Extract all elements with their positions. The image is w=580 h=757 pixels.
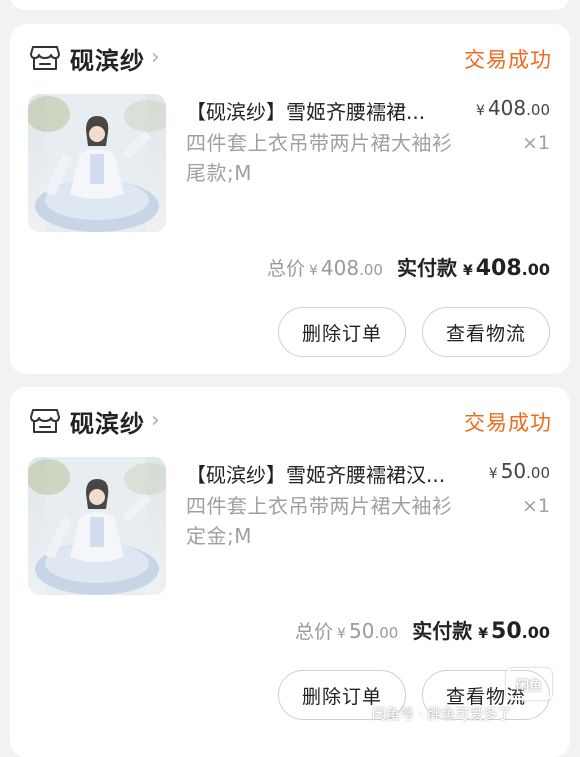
order-totals: 总价 ¥ 408 .00 实付款 ¥ 408 .00: [267, 252, 550, 281]
quantity: ×1: [521, 132, 550, 154]
previous-order-card: [10, 0, 570, 10]
total-integer: 50: [348, 619, 375, 643]
currency-symbol: ¥: [476, 103, 485, 119]
order-card[interactable]: 砚滨纱 › 交易成功 【砚滨纱】雪姬齐腰襦裙... ¥ 408.00 四件套上衣…: [10, 24, 570, 374]
total-label: 总价: [266, 258, 305, 280]
price-decimal: .00: [526, 101, 550, 119]
total-currency: ¥: [309, 263, 318, 279]
total-label: 总价: [295, 621, 334, 643]
product-spec: 四件套上衣吊带两片裙大袖衫尾款;M: [186, 131, 453, 185]
shop-icon: [30, 409, 60, 433]
shop-name[interactable]: 砚滨纱: [70, 404, 145, 439]
price-decimal: .00: [526, 464, 550, 482]
paid-label: 实付款: [412, 619, 473, 643]
shop-link[interactable]: 砚滨纱 ›: [30, 404, 160, 439]
order-card[interactable]: 砚滨纱 › 交易成功 【砚滨纱】雪姬齐腰襦裙汉... ¥ 50.00 四件套上衣…: [10, 387, 570, 757]
price-integer: 50: [500, 459, 527, 483]
paid-label: 实付款: [396, 256, 457, 280]
total-integer: 408: [320, 256, 360, 280]
watermark-logo: 闲鱼: [506, 668, 552, 700]
order-totals: 总价 ¥ 50 .00 实付款 ¥ 50 .00: [295, 615, 550, 644]
order-status: 交易成功: [464, 411, 552, 435]
unit-price: ¥408.00: [476, 96, 550, 120]
paid-decimal: .00: [521, 260, 550, 279]
currency-symbol: ¥: [488, 466, 498, 482]
product-title[interactable]: 【砚滨纱】雪姬齐腰襦裙...: [186, 96, 458, 125]
paid-decimal: .00: [521, 623, 550, 642]
quantity: ×1: [521, 495, 550, 517]
total-decimal: .00: [359, 261, 383, 279]
shop-link[interactable]: 砚滨纱 ›: [30, 41, 160, 76]
paid-integer: 408: [475, 256, 522, 281]
paid-integer: 50: [491, 619, 522, 644]
product-spec: 四件套上衣吊带两片裙大袖衫定金;M: [186, 494, 453, 548]
chevron-right-icon: ›: [151, 44, 160, 70]
unit-price: ¥50.00: [489, 459, 550, 483]
total-currency: ¥: [337, 626, 346, 642]
total-decimal: .00: [374, 624, 399, 642]
watermark-text: 闲鱼号 · 胖鱼可爱多了: [372, 707, 512, 723]
shop-name[interactable]: 砚滨纱: [70, 41, 145, 76]
paid-currency: ¥: [462, 263, 473, 279]
chevron-right-icon: ›: [151, 407, 160, 433]
shop-icon: [30, 46, 60, 70]
product-image[interactable]: [28, 94, 166, 232]
product-title[interactable]: 【砚滨纱】雪姬齐腰襦裙汉...: [186, 459, 458, 488]
price-integer: 408: [487, 96, 527, 120]
order-status: 交易成功: [464, 48, 552, 72]
paid-currency: ¥: [478, 626, 489, 642]
view-logistics-button[interactable]: 查看物流: [422, 307, 550, 357]
product-image[interactable]: [28, 457, 166, 595]
delete-order-button[interactable]: 删除订单: [278, 307, 406, 357]
